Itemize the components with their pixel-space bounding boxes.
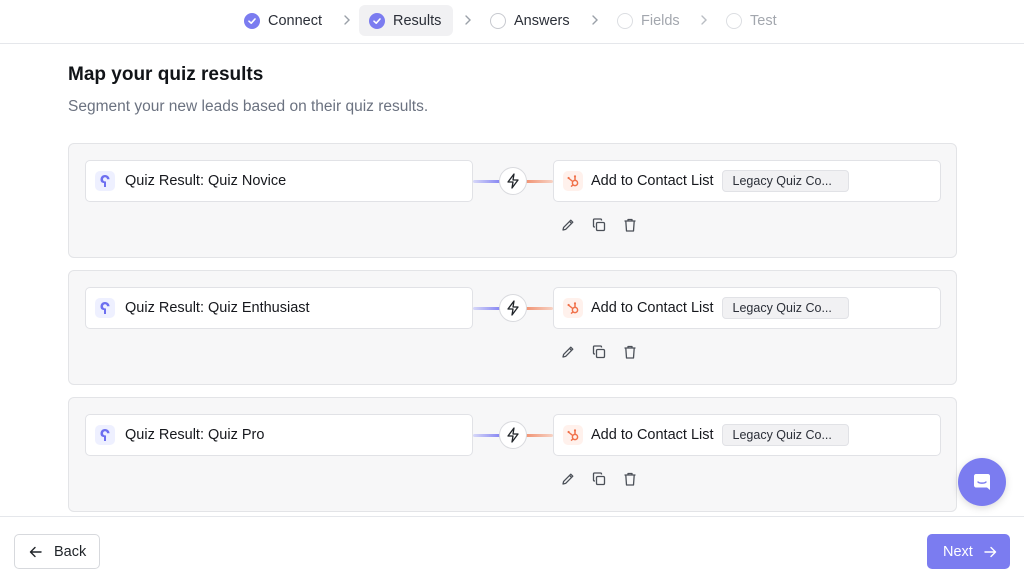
copy-icon[interactable]	[590, 216, 608, 234]
lightning-bolt-icon	[499, 167, 527, 195]
chat-bubble-icon	[974, 474, 990, 490]
step-label: Connect	[268, 12, 323, 29]
list-name-tag: Legacy Quiz Co...	[721, 424, 849, 446]
back-label: Back	[54, 543, 87, 560]
mapping-card: Quiz Result: Quiz Pro Add to Contact Lis…	[68, 397, 957, 512]
stepper: Connect Results Answers Fields Test	[0, 0, 1024, 44]
mapping-card: Quiz Result: Quiz Novice Add to Contact …	[68, 143, 957, 258]
lightning-bolt-icon	[499, 294, 527, 322]
copy-icon[interactable]	[590, 343, 608, 361]
quiz-app-icon	[95, 171, 115, 191]
arrow-right-icon	[984, 546, 997, 557]
page-title: Map your quiz results	[68, 64, 264, 85]
row-actions	[559, 470, 652, 488]
contact-list-action[interactable]: Add to Contact List Legacy Quiz Co...	[553, 160, 941, 202]
quiz-result-label: Quiz Result: Quiz Pro	[125, 427, 265, 443]
arrow-left-icon	[29, 546, 42, 557]
hubspot-icon	[563, 298, 583, 318]
row-actions	[559, 343, 652, 361]
step-results[interactable]: Results	[359, 5, 454, 36]
chevron-right-icon	[463, 13, 473, 27]
action-label: Add to Contact List	[591, 173, 714, 189]
trash-icon[interactable]	[621, 470, 639, 488]
trash-icon[interactable]	[621, 343, 639, 361]
check-circle-icon	[244, 12, 260, 29]
step-label: Fields	[641, 12, 680, 29]
empty-circle-icon	[490, 12, 506, 29]
pencil-icon[interactable]	[559, 343, 577, 361]
action-label: Add to Contact List	[591, 427, 714, 443]
lightning-bolt-icon	[499, 421, 527, 449]
trash-icon[interactable]	[621, 216, 639, 234]
mapping-card: Quiz Result: Quiz Enthusiast Add to Cont…	[68, 270, 957, 385]
quiz-result-label: Quiz Result: Quiz Enthusiast	[125, 300, 310, 316]
contact-list-action[interactable]: Add to Contact List Legacy Quiz Co...	[553, 414, 941, 456]
check-circle-icon	[369, 12, 385, 29]
chat-launcher-button[interactable]	[958, 458, 1006, 506]
next-button[interactable]: Next	[927, 534, 1010, 569]
quiz-result-field[interactable]: Quiz Result: Quiz Novice	[85, 160, 473, 202]
empty-circle-icon	[617, 12, 633, 29]
hubspot-icon	[563, 171, 583, 191]
list-name-tag: Legacy Quiz Co...	[721, 297, 849, 319]
hubspot-icon	[563, 425, 583, 445]
action-label: Add to Contact List	[591, 300, 714, 316]
back-button[interactable]: Back	[14, 534, 100, 569]
quiz-result-label: Quiz Result: Quiz Novice	[125, 173, 287, 189]
step-fields[interactable]: Fields	[607, 5, 692, 36]
footer-bar: Back Next	[0, 516, 1024, 578]
step-connect[interactable]: Connect	[234, 5, 334, 36]
step-label: Test	[750, 12, 777, 29]
copy-icon[interactable]	[590, 470, 608, 488]
list-name-tag: Legacy Quiz Co...	[721, 170, 849, 192]
page-subtitle: Segment your new leads based on their qu…	[68, 98, 429, 115]
step-label: Answers	[514, 12, 570, 29]
step-test[interactable]: Test	[716, 5, 789, 36]
pencil-icon[interactable]	[559, 470, 577, 488]
chevron-right-icon	[699, 13, 709, 27]
empty-circle-icon	[726, 12, 742, 29]
quiz-app-icon	[95, 298, 115, 318]
row-actions	[559, 216, 652, 234]
next-label: Next	[943, 543, 973, 560]
chevron-right-icon	[342, 13, 352, 27]
chevron-right-icon	[590, 13, 600, 27]
quiz-app-icon	[95, 425, 115, 445]
contact-list-action[interactable]: Add to Contact List Legacy Quiz Co...	[553, 287, 941, 329]
quiz-result-field[interactable]: Quiz Result: Quiz Enthusiast	[85, 287, 473, 329]
step-label: Results	[393, 12, 442, 29]
step-answers[interactable]: Answers	[480, 5, 582, 36]
pencil-icon[interactable]	[559, 216, 577, 234]
quiz-result-field[interactable]: Quiz Result: Quiz Pro	[85, 414, 473, 456]
